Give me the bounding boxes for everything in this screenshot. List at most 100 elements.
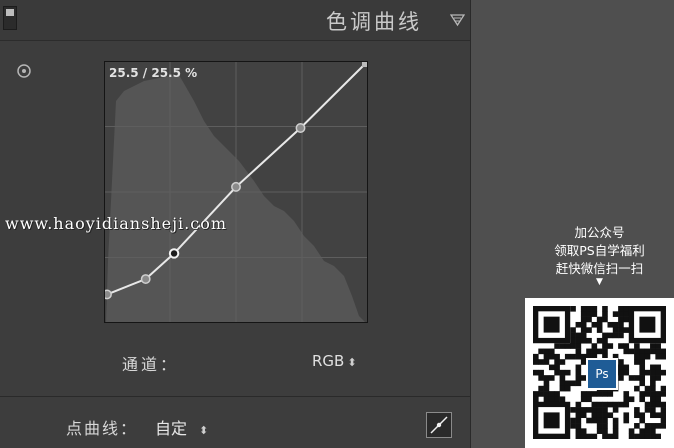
qr-module xyxy=(623,369,630,376)
qr-module xyxy=(591,348,598,355)
qr-module xyxy=(623,327,630,333)
qr-module xyxy=(591,412,598,419)
qr-module xyxy=(570,343,576,349)
qr-module xyxy=(602,412,608,419)
qr-module xyxy=(602,417,608,424)
qr-module xyxy=(586,327,592,333)
qr-module xyxy=(570,337,576,344)
qr-module xyxy=(612,417,619,424)
qr-module xyxy=(639,353,646,360)
qr-module xyxy=(655,433,661,439)
qr-module xyxy=(639,369,646,376)
point-curve-value: 自定 xyxy=(155,419,188,438)
qr-module xyxy=(596,321,603,328)
qr-module xyxy=(660,348,666,355)
qr-module xyxy=(650,401,656,408)
qr-module xyxy=(660,417,666,424)
qr-module xyxy=(564,353,571,360)
qr-module xyxy=(655,348,661,355)
qr-module xyxy=(660,391,666,397)
qr-module xyxy=(586,306,592,312)
qr-module xyxy=(618,359,624,365)
curve-control-point[interactable] xyxy=(295,123,306,133)
qr-module xyxy=(580,407,587,413)
qr-module xyxy=(586,316,592,323)
target-adjust-icon[interactable] xyxy=(16,63,32,79)
qr-module xyxy=(623,417,630,424)
curve-value-readout: 25.5 / 25.5 % xyxy=(109,66,198,80)
qr-module xyxy=(533,359,539,365)
qr-module xyxy=(543,391,550,397)
qr-module xyxy=(548,348,555,355)
qr-module xyxy=(639,391,646,397)
qr-module xyxy=(554,396,560,403)
qr-module xyxy=(602,306,608,312)
qr-module xyxy=(612,332,619,339)
panel-grip-icon[interactable] xyxy=(3,6,17,30)
qr-module xyxy=(639,375,646,381)
qr-module xyxy=(660,423,666,429)
qr-module xyxy=(591,311,598,317)
edit-point-curve-button[interactable] xyxy=(426,412,452,438)
qr-module xyxy=(612,311,619,317)
panel-title[interactable]: 色调曲线 xyxy=(326,6,422,36)
qr-module xyxy=(628,348,635,355)
qr-module xyxy=(575,417,582,424)
qr-module xyxy=(548,353,555,360)
qr-module xyxy=(634,407,640,413)
qr-module xyxy=(543,359,550,365)
qr-module xyxy=(575,332,582,339)
qr-module xyxy=(548,375,555,381)
qr-module xyxy=(575,401,582,408)
point-curve-select[interactable]: 自定 ⬍ xyxy=(155,415,208,439)
qr-module xyxy=(618,321,624,328)
qr-module xyxy=(596,348,603,355)
curve-control-point-selected[interactable] xyxy=(168,248,180,259)
qr-module xyxy=(596,391,603,397)
qr-module xyxy=(591,321,598,328)
qr-module xyxy=(655,412,661,419)
qr-module xyxy=(623,348,630,355)
qr-module xyxy=(655,375,661,381)
qr-module xyxy=(602,391,608,397)
collapse-triangle-icon[interactable] xyxy=(450,13,465,27)
qr-module xyxy=(570,407,576,413)
qr-module xyxy=(570,380,576,387)
qr-module xyxy=(596,417,603,424)
qr-module xyxy=(580,332,587,339)
tone-curve-graph[interactable] xyxy=(104,61,368,323)
qr-module xyxy=(575,412,582,419)
qr-module xyxy=(612,423,619,429)
qr-module xyxy=(639,396,646,403)
curve-control-point[interactable] xyxy=(140,274,151,284)
qr-module xyxy=(538,375,544,381)
curve-control-point[interactable] xyxy=(231,181,241,192)
curve-control-point[interactable] xyxy=(104,289,112,300)
qr-module xyxy=(650,407,656,413)
qr-module xyxy=(533,391,539,397)
qr-module xyxy=(655,343,661,349)
qr-module xyxy=(602,316,608,323)
qr-module xyxy=(655,353,661,360)
qr-module xyxy=(618,375,624,381)
qr-module xyxy=(559,369,566,376)
qr-module xyxy=(543,375,550,381)
qr-module xyxy=(650,369,656,376)
qr-module xyxy=(575,380,582,387)
qr-module xyxy=(538,391,544,397)
qr-module xyxy=(612,321,619,328)
qr-module xyxy=(596,412,603,419)
qr-module xyxy=(612,407,619,413)
qr-module xyxy=(554,353,560,360)
qr-module xyxy=(618,364,624,371)
qr-module xyxy=(634,359,640,365)
qr-module xyxy=(607,401,614,408)
qr-module xyxy=(634,433,640,439)
qr-module xyxy=(639,380,646,387)
channel-select[interactable]: RGB ⬍ xyxy=(312,352,357,370)
qr-module xyxy=(607,412,614,419)
qr-module xyxy=(639,417,646,424)
qr-module xyxy=(575,428,582,434)
qr-module xyxy=(618,327,624,333)
qr-module xyxy=(634,412,640,419)
